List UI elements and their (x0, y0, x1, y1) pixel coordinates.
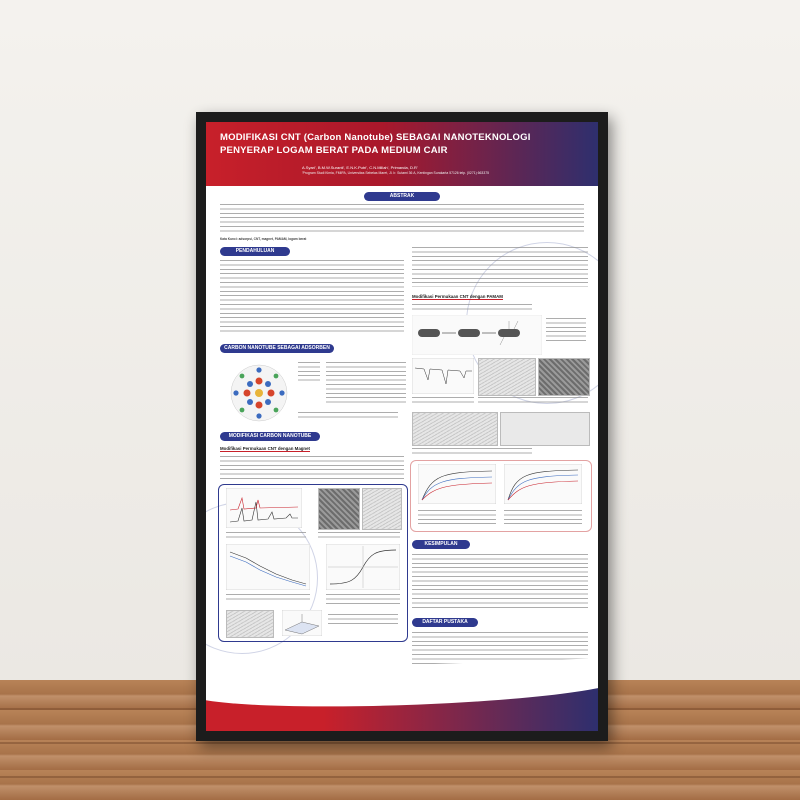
raman-spectra-plot (226, 544, 310, 590)
poster-header: MODIFIKASI CNT (Carbon Nanotube) SEBAGAI… (206, 122, 598, 186)
sem-image-4 (538, 358, 590, 396)
3d-surface-plot (282, 610, 322, 636)
abstract-text (220, 204, 584, 234)
subsection-cnt-magnet: Modifikasi Permukaan CNT dengan Magnet (220, 446, 311, 452)
gambar4-caption (226, 594, 310, 602)
magnetization-plot (326, 544, 400, 590)
cnt-adsorben-text (326, 362, 406, 406)
tem-image-3 (500, 412, 590, 446)
section-abstrak: ABSTRAK (364, 192, 440, 201)
gambar3-caption (318, 532, 400, 540)
gambar9-caption (478, 397, 588, 405)
poster-affiliation: 'Program Studi Kimia, FMIPA, Universitas… (302, 171, 489, 175)
ftir-plot (412, 358, 474, 394)
poster-title-line1: MODIFIKASI CNT (Carbon Nanotube) SEBAGAI… (220, 132, 531, 143)
gambar1-caption (298, 412, 398, 420)
section-kesimpulan: KESIMPULAN (412, 540, 470, 549)
sem-image-3 (478, 358, 536, 396)
gambar5-caption (326, 594, 400, 604)
pendahuluan-text (220, 260, 404, 334)
diagram-legend (298, 362, 320, 384)
section-cnt-adsorben: CARBON NANOTUBE SEBAGAI ADSORBEN (220, 344, 334, 353)
cnt-structure-diagram (230, 364, 288, 422)
sem-image-2 (362, 488, 402, 530)
subsection-cnt-pamam: Modifikasi Permukaan CNT dengan PAMAM (412, 294, 503, 300)
gambar11-caption (418, 510, 496, 524)
xrd-plot (226, 488, 302, 528)
poster-authors: A.Syari', B.M.W.Suranti', E.N.K.Putri', … (302, 165, 418, 170)
gambar2-caption (226, 532, 306, 540)
tem-image (226, 610, 274, 638)
adsorption-curve-plot-2 (504, 464, 582, 504)
section-daftar-pustaka: DAFTAR PUSTAKA (412, 618, 478, 627)
sem-image-1 (318, 488, 360, 530)
gambar10-caption (412, 448, 532, 456)
pamam-synthesis-scheme (412, 315, 542, 355)
section-modifikasi-cnt: MODIFIKASI CARBON NANOTUBE (220, 432, 320, 441)
keywords: Kata Kunci: adsorpsi, CNT, magnet, PAMAM… (220, 237, 307, 241)
gambar12-caption (504, 510, 582, 524)
right-column-intro-text (412, 247, 588, 287)
kesimpulan-text (412, 554, 588, 608)
cnt-pamam-text (412, 304, 532, 312)
scientific-poster: MODIFIKASI CNT (Carbon Nanotube) SEBAGAI… (206, 122, 598, 731)
cnt-magnet-text (220, 456, 404, 482)
gambar7-caption (546, 318, 586, 344)
poster-title-line2: PENYERAP LOGAM BERAT PADA MEDIUM CAIR (220, 145, 448, 156)
gambar8-caption (412, 397, 474, 405)
section-pendahuluan: PENDAHULUAN (220, 247, 290, 256)
gambar6-caption (328, 614, 398, 624)
tem-image-2 (412, 412, 498, 446)
adsorption-curve-plot-1 (418, 464, 496, 504)
